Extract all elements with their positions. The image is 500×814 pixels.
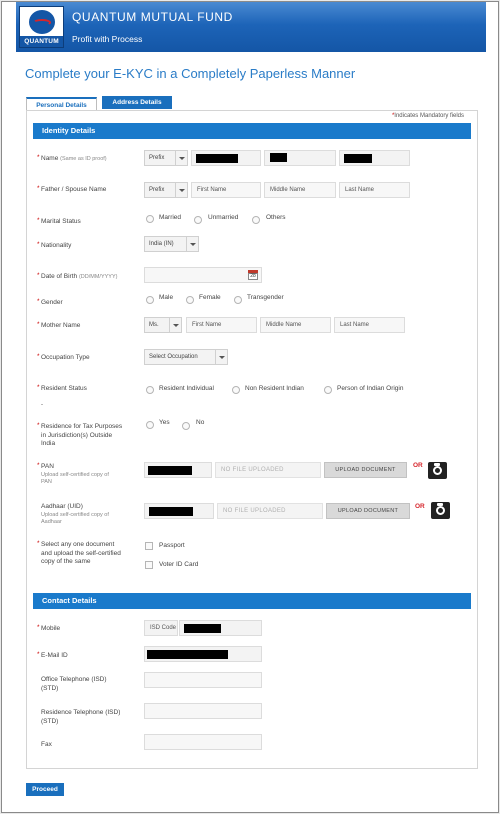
redacted-text	[184, 624, 221, 633]
mobile-input[interactable]	[179, 620, 262, 636]
resident-individual-label: Resident Individual	[159, 385, 214, 392]
mother-prefix-select[interactable]: Ms.	[144, 317, 182, 333]
aadhaar-camera-icon[interactable]	[431, 502, 450, 519]
father-first-input[interactable]: First Name	[191, 182, 261, 198]
dob-input[interactable]	[144, 267, 262, 283]
father-last-input[interactable]: Last Name	[339, 182, 410, 198]
mandatory-note: *Indicates Mandatory fields	[391, 113, 464, 119]
gender-label: * Gender	[37, 298, 63, 306]
aadhaar-file-status: NO FILE UPLOADED	[217, 503, 323, 519]
quantum-logo[interactable]: QUANTUM	[19, 6, 64, 48]
occupation-select[interactable]: Select Occupation	[144, 349, 228, 365]
tax-yes-label: Yes	[159, 419, 170, 426]
logo-globe-icon	[29, 10, 55, 34]
resident-nri-radio[interactable]	[232, 386, 240, 394]
pan-upload-button[interactable]: UPLOAD DOCUMENT	[324, 462, 407, 478]
resident-label: * Resident Status	[37, 384, 87, 392]
voter-id-label: Voter ID Card	[159, 561, 199, 568]
identity-section-header: Identity Details	[33, 123, 471, 139]
name-prefix-select[interactable]: Prefix	[144, 150, 188, 166]
redacted-text	[196, 154, 238, 163]
mother-last-input[interactable]: Last Name	[334, 317, 405, 333]
name-middle-input[interactable]	[264, 150, 336, 166]
redacted-text	[149, 507, 193, 516]
brand-tagline: Profit with Process	[72, 34, 143, 44]
resident-pio-radio[interactable]	[324, 386, 332, 394]
calendar-icon[interactable]: 28	[248, 270, 258, 280]
aadhaar-label: Aadhaar (UID) Upload self-certified copy …	[41, 503, 109, 525]
name-label: * Name (Same as ID proof)	[37, 154, 107, 162]
voter-id-checkbox[interactable]	[145, 561, 153, 569]
redacted-text	[148, 466, 192, 475]
mobile-label: * Mobile	[37, 624, 61, 632]
gender-transgender-radio[interactable]	[234, 296, 242, 304]
marital-label: * Marital Status	[37, 217, 81, 225]
aadhaar-input[interactable]	[144, 503, 214, 519]
nationality-label: * Nationality	[37, 241, 72, 249]
name-last-input[interactable]	[339, 150, 410, 166]
proceed-button[interactable]: Proceed	[26, 783, 64, 796]
passport-checkbox[interactable]	[145, 542, 153, 550]
pan-input[interactable]	[144, 462, 212, 478]
pan-file-status: NO FILE UPLOADED	[215, 462, 321, 478]
email-input[interactable]	[144, 646, 262, 662]
marital-married-radio[interactable]	[146, 215, 154, 223]
gender-female-label: Female	[199, 294, 221, 301]
mother-first-input[interactable]: First Name	[186, 317, 257, 333]
nationality-select[interactable]: India (IN)	[144, 236, 199, 252]
resident-pio-label: Person of Indian Origin	[337, 385, 404, 392]
gender-male-radio[interactable]	[146, 296, 154, 304]
redacted-text	[344, 154, 372, 163]
father-middle-input[interactable]: Middle Name	[264, 182, 336, 198]
name-first-input[interactable]	[191, 150, 261, 166]
browser-frame: QUANTUM QUANTUM MUTUAL FUND Profit with …	[1, 1, 499, 813]
redacted-text	[270, 153, 287, 162]
occupation-label: * Occupation Type	[37, 353, 90, 361]
father-prefix-select[interactable]: Prefix	[144, 182, 188, 198]
aadhaar-upload-button[interactable]: UPLOAD DOCUMENT	[326, 503, 410, 519]
gender-male-label: Male	[159, 294, 174, 301]
pan-label: * PAN Upload self-certified copy of PAN	[37, 462, 109, 485]
document-choice-label: * Select any one document and upload the s…	[37, 540, 121, 565]
page-title: Complete your E-KYC in a Completely Pape…	[25, 66, 356, 81]
isd-code-input[interactable]: ISD Code	[144, 620, 178, 636]
marital-others-radio[interactable]	[252, 216, 260, 224]
tax-yes-radio[interactable]	[146, 421, 154, 429]
redacted-text	[147, 650, 228, 659]
father-label: * Father / Spouse Name	[37, 185, 107, 193]
tax-no-radio[interactable]	[182, 422, 190, 430]
divider-dot	[41, 404, 43, 405]
tab-address-details[interactable]: Address Details	[102, 96, 172, 109]
logo-text: QUANTUM	[20, 36, 63, 47]
mother-middle-input[interactable]: Middle Name	[260, 317, 331, 333]
residence-telephone-input[interactable]	[144, 703, 262, 719]
resident-nri-label: Non Resident Indian	[245, 385, 304, 392]
office-telephone-input[interactable]	[144, 672, 262, 688]
office-telephone-label: Office Telephone (ISD) (STD)	[41, 676, 107, 692]
pan-or-text: OR	[413, 462, 423, 469]
fax-input[interactable]	[144, 734, 262, 750]
resident-individual-radio[interactable]	[146, 386, 154, 394]
dob-label: * Date of Birth (DD/MM/YYYY)	[37, 272, 118, 280]
fax-label: Fax	[41, 741, 52, 748]
aadhaar-or-text: OR	[415, 503, 425, 510]
marital-unmarried-label: Unmarried	[208, 214, 239, 221]
brand-name: QUANTUM MUTUAL FUND	[72, 10, 233, 24]
email-label: * E-Mail ID	[37, 651, 68, 659]
residence-telephone-label: Residence Telephone (ISD) (STD)	[41, 709, 121, 725]
marital-married-label: Married	[159, 214, 182, 221]
gender-female-radio[interactable]	[186, 296, 194, 304]
gender-transgender-label: Transgender	[247, 294, 284, 301]
mother-label: * Mother Name	[37, 321, 81, 329]
tab-personal-details[interactable]: Personal Details	[26, 97, 97, 110]
contact-section-header: Contact Details	[33, 593, 471, 609]
tax-residence-label: * Residence for Tax Purposes in Jurisdicti…	[37, 422, 123, 447]
marital-unmarried-radio[interactable]	[194, 216, 202, 224]
passport-label: Passport	[159, 542, 185, 549]
tax-no-label: No	[196, 419, 205, 426]
marital-others-label: Others	[266, 214, 286, 221]
pan-camera-icon[interactable]	[428, 462, 447, 479]
site-header: QUANTUM QUANTUM MUTUAL FUND Profit with …	[16, 2, 486, 52]
